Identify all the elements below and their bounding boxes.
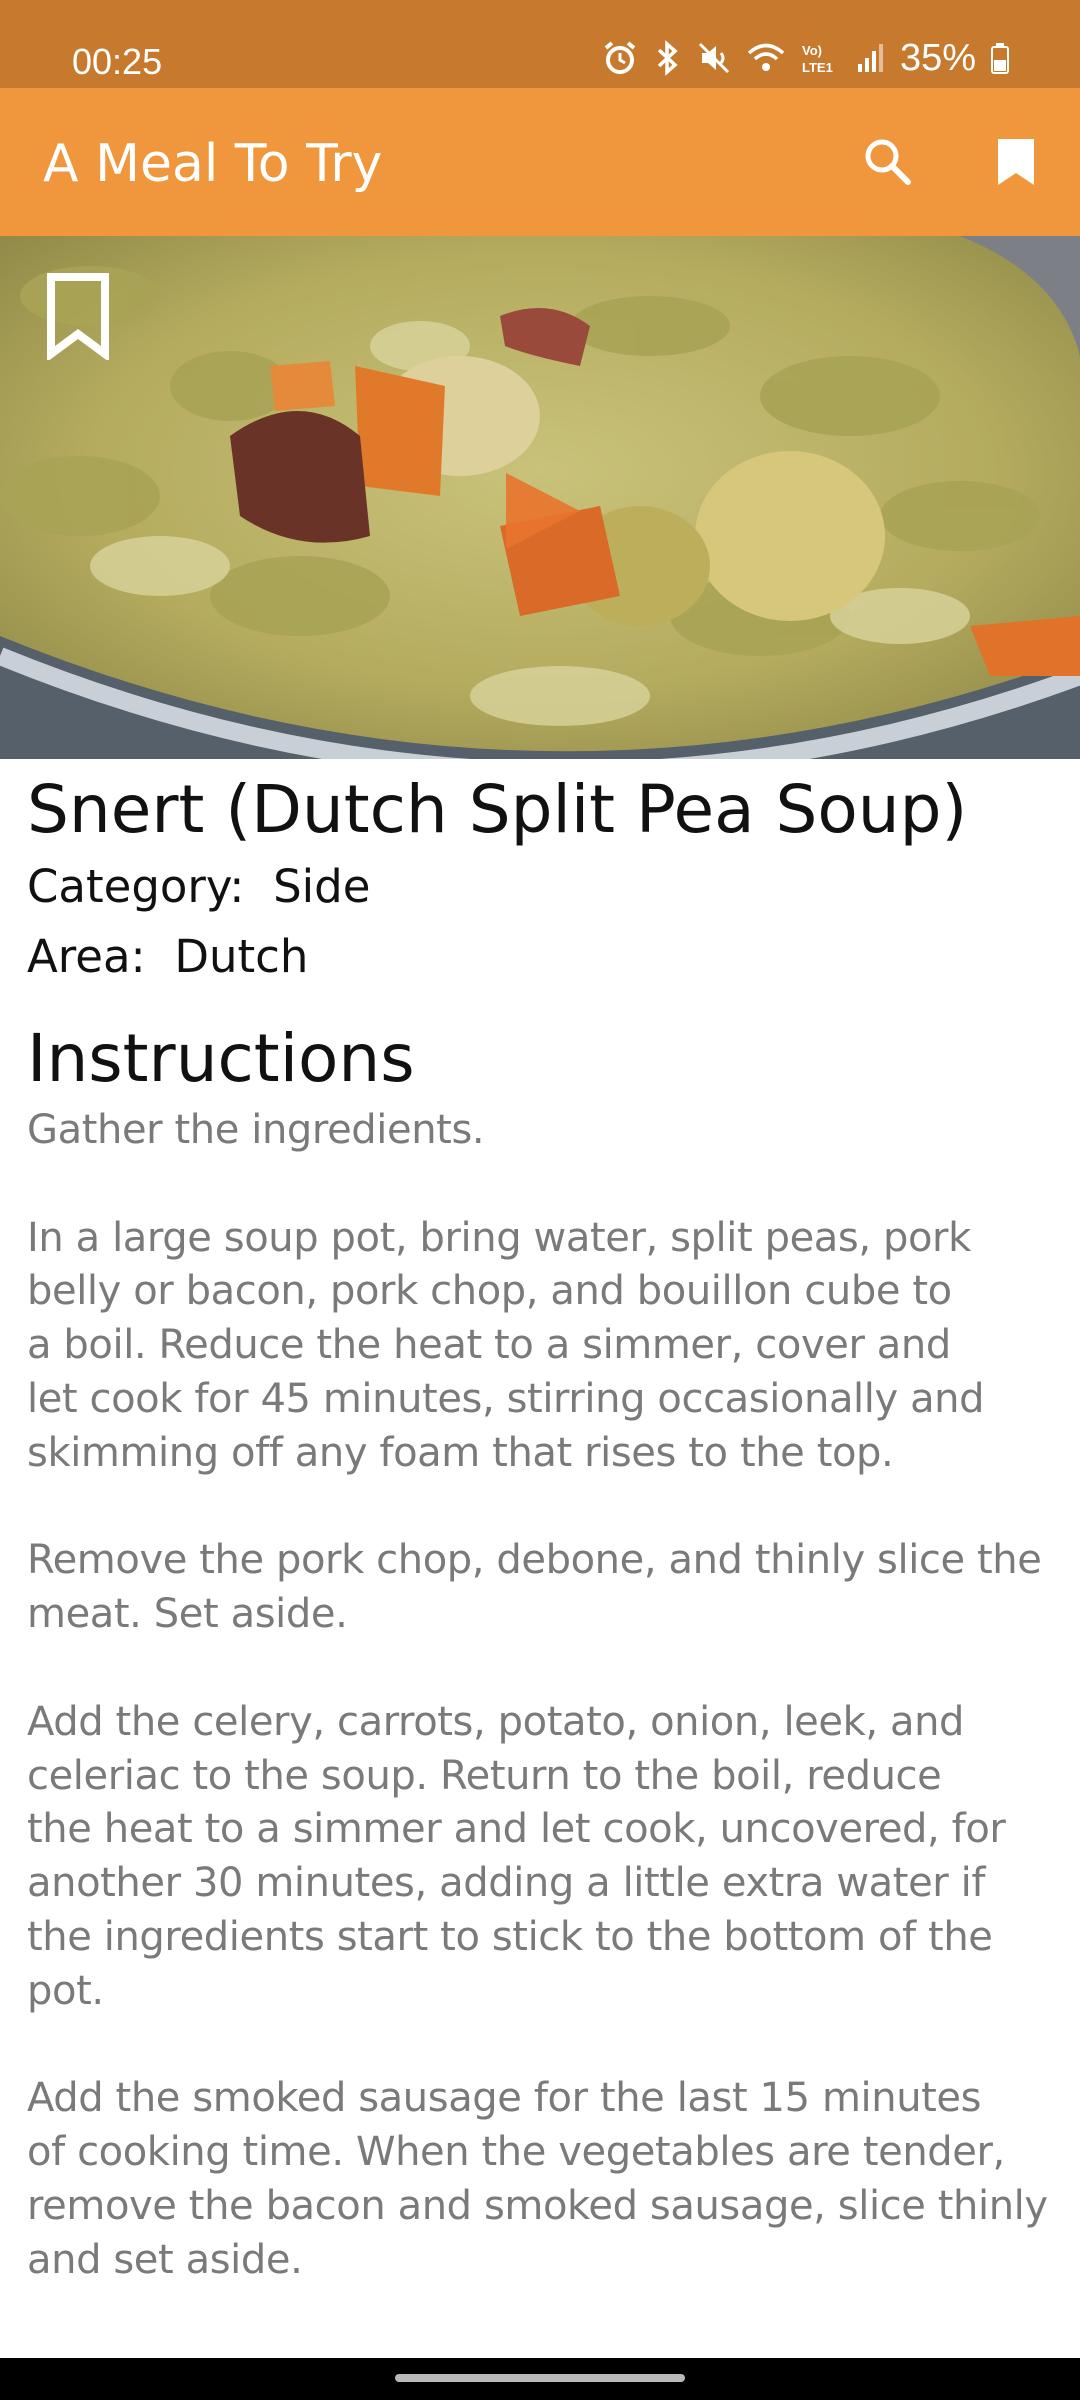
app-bar: A Meal To Try	[0, 88, 1080, 236]
recipe-photo[interactable]	[0, 236, 1080, 759]
bookmarks-button[interactable]	[984, 130, 1048, 194]
search-icon	[865, 139, 911, 185]
bluetooth-icon	[657, 40, 678, 76]
app-title: A Meal To Try	[43, 134, 383, 194]
bookmark-icon	[998, 139, 1034, 185]
area-label: Area:	[27, 930, 146, 983]
category-value: Side	[273, 860, 371, 913]
alarm-icon	[604, 41, 636, 74]
home-gesture-handle[interactable]	[395, 2374, 685, 2382]
battery-icon	[991, 43, 1009, 74]
area-value: Dutch	[174, 930, 309, 983]
instructions-heading: Instructions	[27, 1020, 415, 1097]
category-label: Category:	[27, 860, 245, 913]
signal-icon	[857, 44, 883, 72]
status-time: 00:25	[72, 41, 163, 82]
instructions-text: Gather the ingredients. In a large soup …	[27, 1107, 1048, 2283]
category-row: Category: Side	[27, 852, 1067, 922]
status-bar: 00:25 Vo) LTE1 35%	[0, 0, 1080, 88]
area-row: Area: Dutch	[27, 922, 1067, 992]
mute-icon	[698, 42, 729, 74]
recipe-title: Snert (Dutch Split Pea Soup)	[27, 771, 968, 848]
svg-text:LTE1: LTE1	[802, 60, 833, 75]
battery-percent: 35%	[899, 37, 976, 79]
svg-text:Vo): Vo)	[802, 43, 822, 58]
search-button[interactable]	[856, 130, 920, 194]
play-icon[interactable]	[498, 465, 588, 557]
bookmark-outline-icon[interactable]	[46, 272, 110, 360]
status-icons: Vo) LTE1 35%	[602, 36, 1010, 80]
recipe-details: Snert (Dutch Split Pea Soup) Category: S…	[27, 768, 1067, 2288]
lte-icon: Vo) LTE1	[802, 43, 833, 75]
wifi-icon	[747, 43, 785, 71]
system-nav-bar	[0, 2358, 1080, 2400]
